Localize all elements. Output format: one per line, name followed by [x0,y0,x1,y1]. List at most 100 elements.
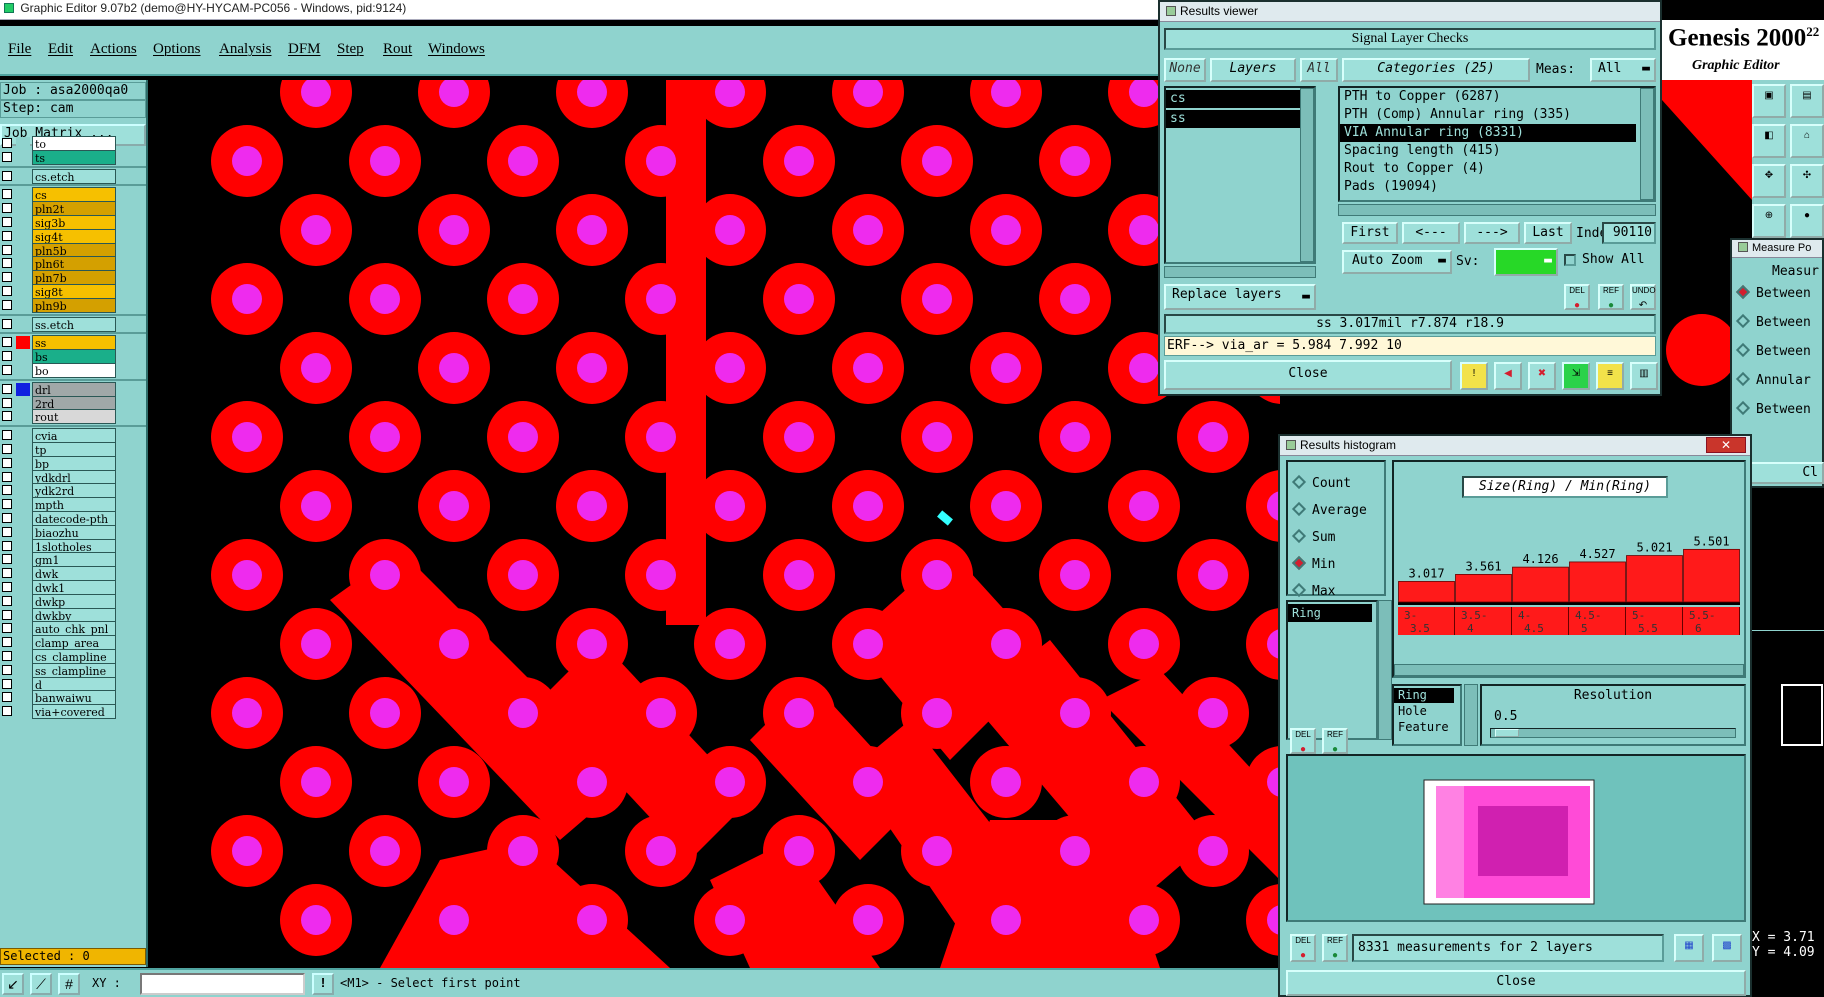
layer-checkbox[interactable] [2,170,12,181]
layer-checkbox[interactable] [2,299,12,310]
layers-button[interactable]: Layers [1210,58,1296,82]
xy-input[interactable] [140,973,305,995]
layer-color-swatch[interactable] [16,216,30,229]
layer-row-via-covered[interactable]: via+covered [0,704,116,720]
layer-name[interactable]: via+covered [32,704,116,720]
layer-checkbox[interactable] [2,678,12,689]
layer-row-sig3b[interactable]: sig3b [0,215,116,230]
layer-row-dwk1[interactable]: dwk1 [0,580,116,595]
layer-listbox[interactable]: cs ss [1164,86,1316,264]
layer-row-bp[interactable]: bp [0,455,116,471]
layer-checkbox[interactable] [2,526,12,537]
layer-checkbox[interactable] [2,383,12,394]
layer-checkbox[interactable] [2,430,12,441]
layer-name[interactable]: pln2t [32,201,116,217]
layer-row-drl[interactable]: drl [0,381,116,397]
chart-hscrollbar[interactable] [1394,664,1744,676]
layer-row-ydkdrl[interactable]: ydkdrl [0,469,116,485]
layer-checkbox[interactable] [2,471,12,482]
tool-home-icon[interactable]: ⌂ [1790,124,1824,158]
histogram-bar[interactable] [1569,561,1626,603]
layer-row-ydk2rd[interactable]: ydk2rd [0,483,116,499]
type-list-scrollbar[interactable] [1464,684,1478,746]
layer-color-swatch[interactable] [16,382,30,396]
layer-color-swatch[interactable] [16,525,30,539]
mode-max[interactable]: Max [1291,582,1335,599]
layer-row-1slotholes[interactable]: 1slotholes [0,538,116,554]
layer-name[interactable]: clamp_area [32,635,116,651]
layer-checkbox[interactable] [2,411,12,422]
hist-ref-icon[interactable]: REF ● [1322,728,1348,755]
layer-row-rout[interactable]: rout [0,409,116,425]
layer-color-swatch[interactable] [16,229,30,243]
layer-row-ts[interactable]: ts [0,149,116,165]
layer-row-tp[interactable]: tp [0,442,116,457]
layer-color-swatch[interactable] [16,456,30,470]
layer-name[interactable]: sig3b [32,215,116,230]
layer-color-swatch[interactable] [16,594,30,608]
layer-name[interactable]: tp [32,442,116,457]
category-item[interactable]: Pads (19094) [1340,178,1636,196]
meas-dropdown[interactable]: All ▬ [1590,58,1656,82]
layer-checkbox[interactable] [2,706,12,717]
layer-color-swatch[interactable] [16,137,30,150]
layer-color-swatch[interactable] [16,608,30,622]
zoom-out-icon[interactable]: ↙ [2,973,24,995]
measure-option-3[interactable]: Between [1735,342,1811,359]
layer-checkbox[interactable] [2,244,12,255]
layer-name[interactable]: dwkby [32,607,116,623]
layer-color-swatch[interactable] [16,512,30,525]
layer-row-gm1[interactable]: gm1 [0,552,116,568]
layer-name[interactable]: dwk1 [32,580,116,595]
layer-row-pln7b[interactable]: pln7b [0,270,116,286]
layer-row-auto-chk-pnl[interactable]: auto_chk_pnl [0,621,116,637]
type-item-ring[interactable]: Ring [1394,688,1454,703]
menu-edit[interactable]: Edit [48,41,73,58]
layer-name[interactable]: ydkdrl [32,469,116,485]
layer-name[interactable]: ss.etch [32,316,116,332]
layer-row-ss-clampline[interactable]: ss_clampline [0,662,116,678]
measure-option-4[interactable]: Annular [1735,371,1811,388]
layer-checkbox[interactable] [2,651,12,661]
layer-checkbox[interactable] [2,138,12,148]
layer-row-pln6t[interactable]: pln6t [0,256,116,272]
menu-options[interactable]: Options [153,41,201,58]
layer-checkbox[interactable] [2,513,12,523]
layer-row-pln2t[interactable]: pln2t [0,201,116,217]
layer-name[interactable]: drl [32,381,116,397]
category-scrollbar[interactable] [1640,88,1654,200]
histogram-bar[interactable] [1683,548,1740,603]
layer-name[interactable]: banwaiwu [32,690,116,706]
layer-row-bo[interactable]: bo [0,363,116,378]
mode-min[interactable]: Min [1291,555,1335,572]
layer-name[interactable]: biaozhu [32,524,116,540]
flag-icon[interactable]: ! [1460,362,1488,390]
layer-color-swatch[interactable] [16,317,30,331]
layer-name[interactable]: pln5b [32,242,116,258]
ring-list-item[interactable]: Ring [1288,604,1372,622]
type-item-feature[interactable]: Feature [1394,719,1460,735]
type-listbox[interactable]: Ring Hole Feature [1392,684,1462,746]
board-preview[interactable] [1286,754,1746,922]
tool-snap-icon[interactable]: ⊕ [1752,204,1786,238]
layer-color-swatch[interactable] [16,298,30,312]
layer-list-item[interactable]: cs [1166,90,1314,108]
histogram-icon[interactable]: ▥ [1630,362,1658,390]
tool-probe-icon[interactable]: ● [1790,204,1824,238]
pcb-canvas[interactable] [150,80,1280,968]
layer-checkbox[interactable] [2,609,12,620]
layer-name[interactable]: sig8t [32,284,116,299]
layer-checkbox[interactable] [2,286,12,296]
categories-button[interactable]: Categories (25) [1342,58,1530,82]
auto-zoom-dropdown[interactable]: Auto Zoom ▬ [1342,250,1452,274]
menu-step[interactable]: Step [337,41,364,58]
layer-row-mpth[interactable]: mpth [0,497,116,513]
mode-average[interactable]: Average [1291,501,1367,518]
layer-row-clamp-area[interactable]: clamp_area [0,635,116,651]
layer-name[interactable]: bp [32,455,116,471]
layer-row-pln5b[interactable]: pln5b [0,242,116,258]
layer-color-swatch[interactable] [16,691,30,705]
layer-row-dwk[interactable]: dwk [0,566,116,582]
chart-export-icon[interactable]: ▦ [1674,934,1704,962]
layer-color-swatch[interactable] [16,650,30,663]
